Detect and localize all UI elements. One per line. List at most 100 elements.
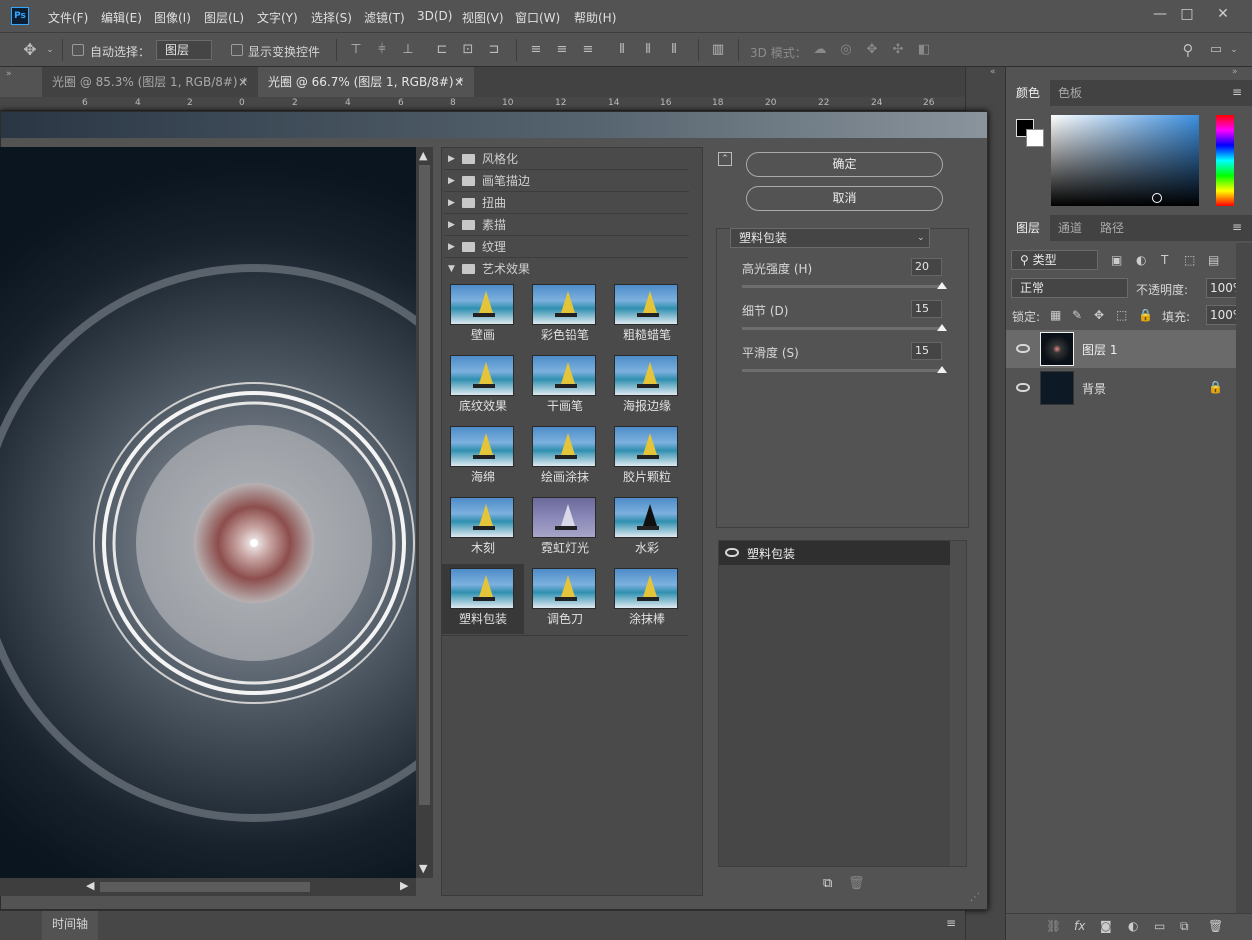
link-icon[interactable]: ⛓: [1046, 919, 1061, 933]
menu-help[interactable]: 帮助(H): [574, 9, 616, 26]
smoothness-slider[interactable]: [742, 369, 944, 372]
delete-effect-layer-icon[interactable]: 🗑: [848, 876, 865, 891]
tab-swatches[interactable]: 色板: [1048, 80, 1092, 106]
lock-transparent-icon[interactable]: ▦: [1050, 308, 1061, 322]
category-brush-strokes[interactable]: ▶ 画笔描边: [444, 170, 689, 192]
minimize-button[interactable]: —: [1145, 5, 1175, 23]
preview-horizontal-scrollbar[interactable]: ◀ ▶: [0, 878, 416, 896]
menu-view[interactable]: 视图(V): [462, 9, 504, 26]
filter-underpainting[interactable]: 底纹效果: [442, 351, 524, 421]
detail-slider[interactable]: [742, 327, 944, 330]
menu-3d[interactable]: 3D(D): [417, 9, 452, 23]
preview-vertical-scrollbar[interactable]: ▲ ▼: [416, 147, 433, 878]
filter-paint-daubs[interactable]: 绘画涂抹: [524, 422, 606, 492]
eye-icon[interactable]: [1016, 383, 1030, 392]
lock-artboard-icon[interactable]: ⬚: [1116, 308, 1127, 322]
align-bottom-icon[interactable]: ⊥: [400, 42, 416, 58]
align-hcenter-icon[interactable]: ⊡: [460, 42, 476, 58]
tab-document-1[interactable]: 光圈 @ 85.3% (图层 1, RGB/8#) * ×: [42, 67, 255, 97]
category-texture[interactable]: ▶ 纹理: [444, 236, 689, 258]
mask-icon[interactable]: ◙: [1100, 919, 1112, 933]
filter-select-dropdown[interactable]: 塑料包装 ⌄: [730, 228, 930, 248]
slider-handle[interactable]: [937, 282, 947, 289]
close-icon[interactable]: ×: [454, 67, 464, 97]
scroll-thumb[interactable]: [419, 165, 430, 805]
panel-menu-icon[interactable]: ≡: [1232, 220, 1242, 234]
slider-handle[interactable]: [937, 324, 947, 331]
chevron-down-icon[interactable]: ⌄: [1226, 42, 1242, 58]
3d-roll-icon[interactable]: ◎: [838, 42, 854, 58]
blend-mode-dropdown[interactable]: 正常: [1011, 278, 1128, 298]
effect-list-scrollbar[interactable]: [950, 541, 966, 866]
menu-image[interactable]: 图像(I): [154, 9, 191, 26]
group-folder-icon[interactable]: ▭: [1154, 919, 1165, 933]
menu-layer[interactable]: 图层(L): [204, 9, 244, 26]
align-vcenter-icon[interactable]: ⫩: [374, 42, 390, 58]
3d-pan-icon[interactable]: ✥: [864, 42, 880, 58]
filter-colored-pencil[interactable]: 彩色铅笔: [524, 280, 606, 350]
tab-layers[interactable]: 图层: [1006, 215, 1051, 241]
menu-select[interactable]: 选择(S): [311, 9, 352, 26]
filter-shape-icon[interactable]: ⬚: [1184, 253, 1195, 267]
scroll-thumb[interactable]: [100, 882, 310, 892]
tab-document-2[interactable]: 光圈 @ 66.7% (图层 1, RGB/8#) * ×: [258, 67, 474, 97]
detail-input[interactable]: 15: [911, 300, 942, 318]
effect-layer-row[interactable]: 塑料包装: [719, 541, 950, 565]
layer-row-layer1[interactable]: 图层 1: [1006, 330, 1236, 368]
align-left-icon[interactable]: ⊏: [434, 42, 450, 58]
distribute-left-icon[interactable]: ⦀: [614, 42, 630, 58]
category-stylize[interactable]: ▶ 风格化: [444, 148, 689, 170]
scroll-down-icon[interactable]: ▼: [419, 862, 427, 875]
distribute-hcenter-icon[interactable]: ⦀: [640, 42, 656, 58]
close-button[interactable]: ✕: [1208, 5, 1238, 23]
3d-camera-icon[interactable]: ◧: [916, 42, 932, 58]
layers-scrollbar[interactable]: [1236, 243, 1252, 913]
highlight-strength-input[interactable]: 20: [911, 258, 942, 276]
tab-color[interactable]: 颜色: [1006, 80, 1051, 106]
filter-palette-knife[interactable]: 调色刀: [524, 564, 606, 634]
filter-sponge[interactable]: 海绵: [442, 422, 524, 492]
expand-icon[interactable]: «: [990, 67, 996, 77]
distribute-top-icon[interactable]: ≡: [528, 42, 544, 58]
filter-pixel-icon[interactable]: ▣: [1111, 253, 1122, 267]
filter-plastic-wrap[interactable]: 塑料包装: [442, 564, 524, 634]
close-icon[interactable]: ×: [238, 67, 248, 97]
auto-select-checkbox[interactable]: [72, 44, 84, 56]
filter-type-icon[interactable]: T: [1161, 253, 1168, 267]
auto-select-dropdown[interactable]: 图层: [156, 40, 212, 60]
show-transform-checkbox[interactable]: [231, 44, 243, 56]
layer-filter-dropdown[interactable]: ⚲ 类型: [1011, 250, 1098, 270]
filter-neon-glow[interactable]: 霓虹灯光: [524, 493, 606, 563]
ok-button[interactable]: 确定: [746, 152, 943, 177]
color-picker-field[interactable]: [1051, 115, 1199, 206]
menu-filter[interactable]: 滤镜(T): [364, 9, 405, 26]
menu-type[interactable]: 文字(Y): [257, 9, 298, 26]
category-distort[interactable]: ▶ 扭曲: [444, 192, 689, 214]
resize-grip-icon[interactable]: ⋰: [970, 892, 980, 903]
new-effect-layer-icon[interactable]: ⧉: [823, 876, 832, 891]
highlight-strength-slider[interactable]: [742, 285, 944, 288]
collapse-icon[interactable]: »: [6, 69, 12, 79]
scroll-left-icon[interactable]: ◀: [86, 879, 94, 892]
filter-dry-brush[interactable]: 干画笔: [524, 351, 606, 421]
fx-icon[interactable]: fx: [1074, 919, 1085, 933]
lock-paint-icon[interactable]: ✎: [1072, 308, 1082, 322]
lock-all-icon[interactable]: 🔒: [1138, 308, 1153, 322]
filter-adjustment-icon[interactable]: ◐: [1136, 253, 1146, 267]
timeline-tab[interactable]: 时间轴: [42, 911, 98, 940]
filter-film-grain[interactable]: 胶片颗粒: [606, 422, 688, 492]
panel-menu-icon[interactable]: ≡: [946, 916, 956, 930]
scroll-up-icon[interactable]: ▲: [419, 149, 427, 162]
filter-cutout[interactable]: 木刻: [442, 493, 524, 563]
trash-icon[interactable]: 🗑: [1208, 919, 1223, 933]
panel-menu-icon[interactable]: ≡: [1232, 85, 1242, 99]
filter-rough-pastels[interactable]: 粗糙蜡笔: [606, 280, 688, 350]
chevron-down-icon[interactable]: ⌄: [42, 42, 58, 58]
hue-slider[interactable]: [1216, 115, 1234, 206]
filter-poster-edges[interactable]: 海报边缘: [606, 351, 688, 421]
tab-paths[interactable]: 路径: [1090, 215, 1134, 241]
slider-handle[interactable]: [937, 366, 947, 373]
tab-channels[interactable]: 通道: [1048, 215, 1092, 241]
align-right-icon[interactable]: ⊐: [486, 42, 502, 58]
workspace-icon[interactable]: ▭: [1208, 42, 1224, 58]
